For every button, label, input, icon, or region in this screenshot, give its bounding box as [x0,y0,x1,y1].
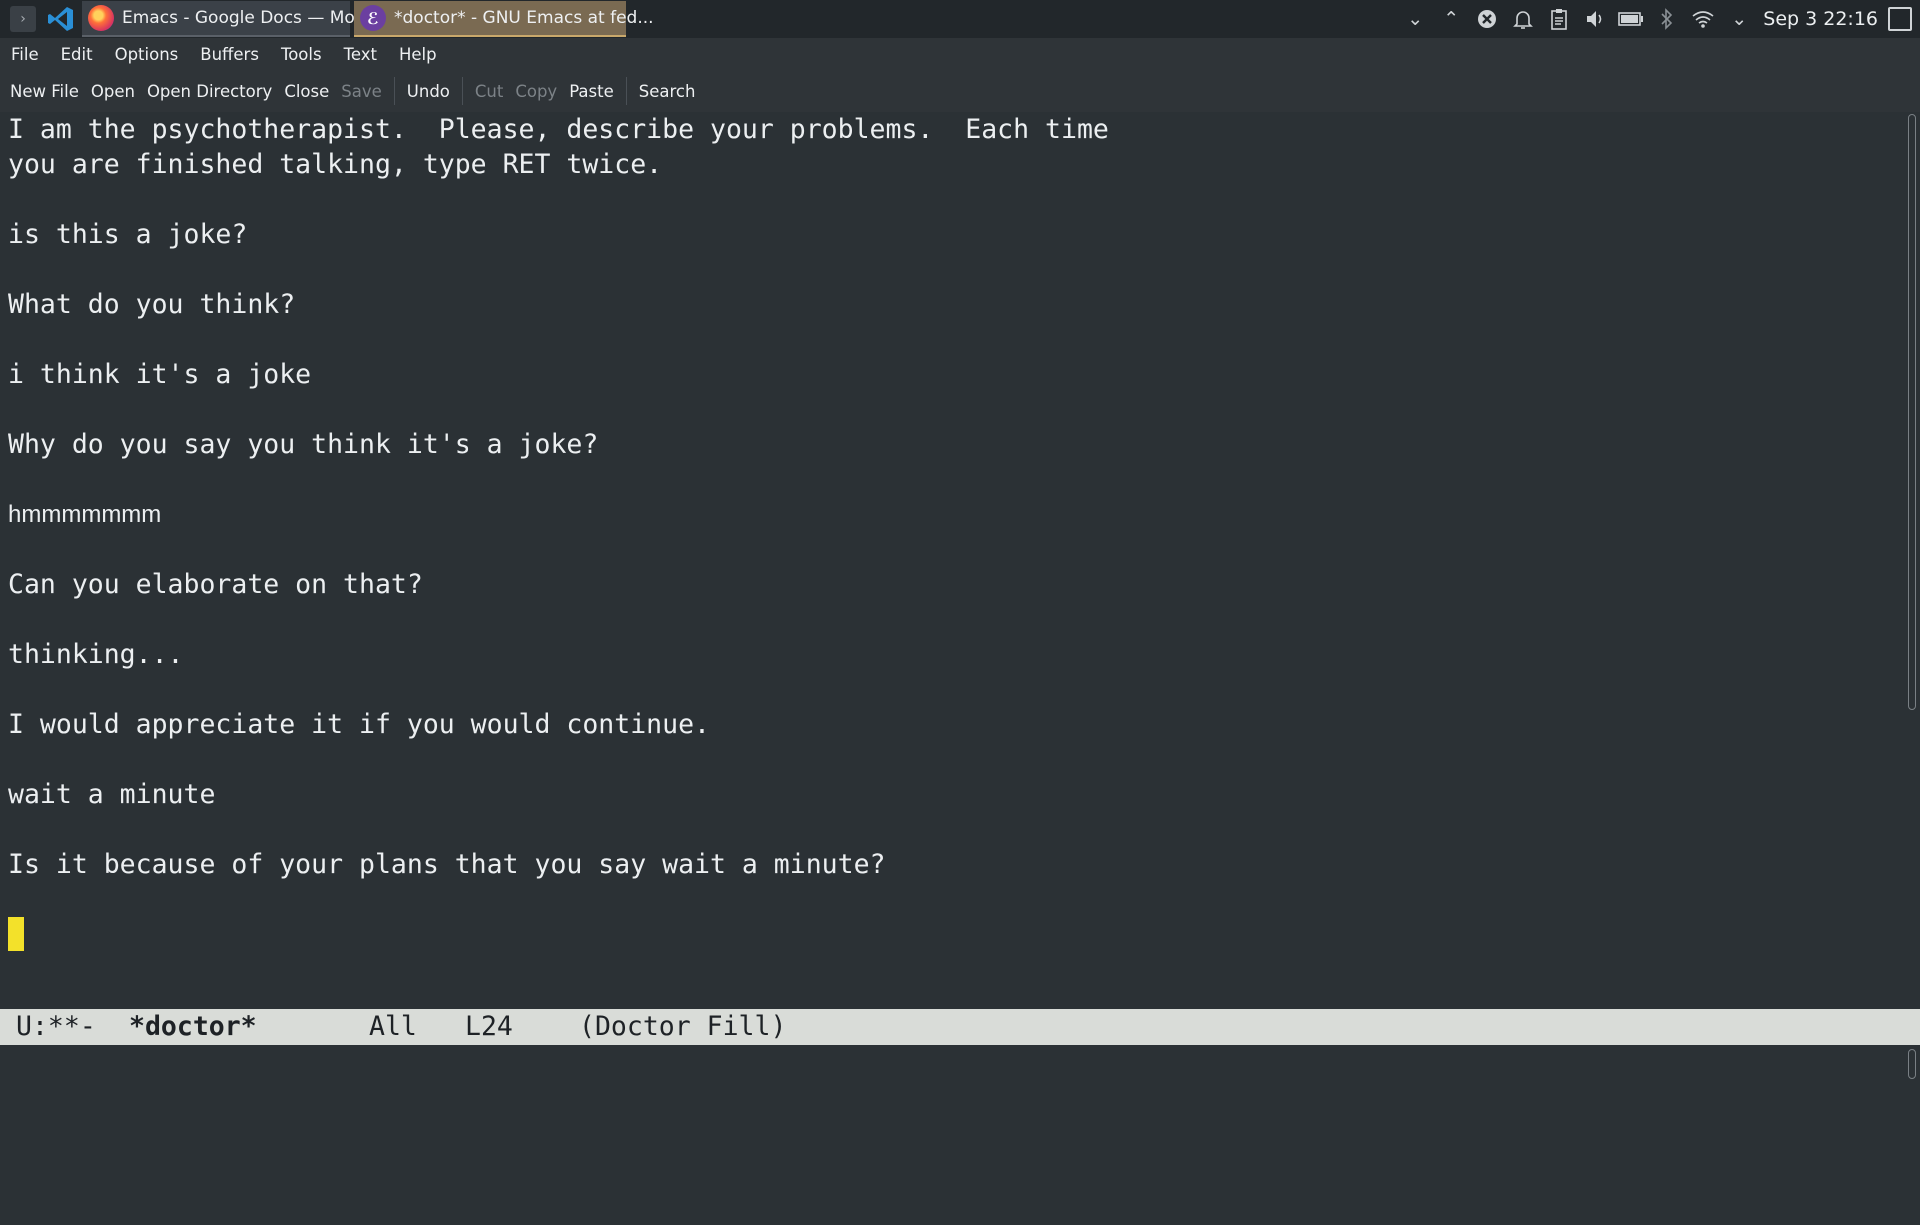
scrollbar-thumb[interactable] [1908,1049,1916,1079]
paste-button[interactable]: Paste [563,82,620,101]
echo-scrollbar[interactable] [1905,1045,1920,1080]
close-button[interactable]: Close [278,82,335,101]
menu-options[interactable]: Options [104,45,190,64]
text-cursor [8,917,24,951]
mode-line: U:**- *doctor* All L24 (Doctor Fill) [0,1009,1920,1045]
open-directory-button[interactable]: Open Directory [141,82,278,101]
chevron-down-icon[interactable]: ⌄ [1397,0,1433,38]
battery-icon[interactable] [1613,0,1649,38]
modeline-buffer-name[interactable]: *doctor* [129,1009,257,1045]
task-emacs-label: *doctor* - GNU Emacs at fed... [394,8,654,28]
buffer-line: is this a joke? [8,219,248,250]
buffer-scrollbar[interactable] [1905,112,1920,1009]
buffer-line: wait a minute [8,779,216,810]
alarm-icon[interactable] [1505,0,1541,38]
task-firefox-label: Emacs - Google Docs — Mozi... [122,8,385,28]
menu-help[interactable]: Help [388,45,448,64]
clipboard-icon[interactable] [1541,0,1577,38]
open-button[interactable]: Open [85,82,141,101]
menu-text[interactable]: Text [333,45,388,64]
buffer-line: Can you elaborate on that? [8,569,423,600]
clock[interactable]: Sep 3 22:16 [1763,8,1878,30]
buffer-line: Is it because of your plans that you say… [8,849,886,880]
toolbar-separator [625,77,627,105]
bluetooth-icon[interactable] [1649,0,1685,38]
vscode-icon[interactable] [44,2,78,36]
taskbar: › Emacs - Google Docs — Mozi... ℰ *docto… [0,0,1920,38]
close-circle-icon[interactable] [1469,0,1505,38]
buffer-line: i think it's a joke [8,359,312,390]
modeline-line-number: L24 [465,1011,513,1042]
echo-area[interactable] [0,1045,1905,1080]
search-button[interactable]: Search [633,82,702,101]
buffer-line: I would appreciate it if you would conti… [8,709,710,740]
undo-button[interactable]: Undo [401,82,456,101]
buffer-line: hmmmmmmm [8,501,162,528]
task-emacs[interactable]: ℰ *doctor* - GNU Emacs at fed... [354,1,654,37]
menu-buffers[interactable]: Buffers [189,45,270,64]
modeline-status[interactable]: U:**- [16,1009,96,1045]
toolbar-separator [393,77,395,105]
emacs-icon: ℰ [360,5,386,31]
chevron-up-icon[interactable]: ⌃ [1433,0,1469,38]
terminal-launcher-icon[interactable]: › [10,6,36,32]
menu-bar: File Edit Options Buffers Tools Text Hel… [0,38,1920,70]
wifi-icon[interactable] [1685,0,1721,38]
modeline-modes[interactable]: (Doctor Fill) [579,1009,786,1045]
tool-bar: New File Open Open Directory Close Save … [0,70,1920,112]
new-file-button[interactable]: New File [0,82,85,101]
volume-icon[interactable] [1577,0,1613,38]
buffer-line: Why do you say you think it's a joke? [8,429,599,460]
buffer-text-area[interactable]: I am the psychotherapist. Please, descri… [0,112,1905,1009]
scrollbar-thumb[interactable] [1908,114,1916,710]
buffer-line: you are finished talking, type RET twice… [8,149,663,180]
toolbar-separator [461,77,463,105]
buffer-line: thinking... [8,639,184,670]
buffer-line: I am the psychotherapist. Please, descri… [8,114,1109,145]
firefox-icon [88,5,114,31]
menu-edit[interactable]: Edit [50,45,104,64]
buffer-line: What do you think? [8,289,296,320]
menu-file[interactable]: File [0,45,50,64]
taskbar-left: › Emacs - Google Docs — Mozi... ℰ *docto… [0,0,654,38]
expand-icon[interactable]: ⌄ [1721,0,1757,38]
task-firefox[interactable]: Emacs - Google Docs — Mozi... [82,1,385,37]
show-desktop-icon[interactable] [1888,7,1912,31]
save-button[interactable]: Save [335,82,388,101]
cut-button[interactable]: Cut [469,82,509,101]
modeline-position: All [369,1011,417,1042]
system-tray: ⌄ ⌃ ⌄ Sep 3 22:16 [1397,0,1920,38]
copy-button[interactable]: Copy [509,82,563,101]
menu-tools[interactable]: Tools [270,45,333,64]
